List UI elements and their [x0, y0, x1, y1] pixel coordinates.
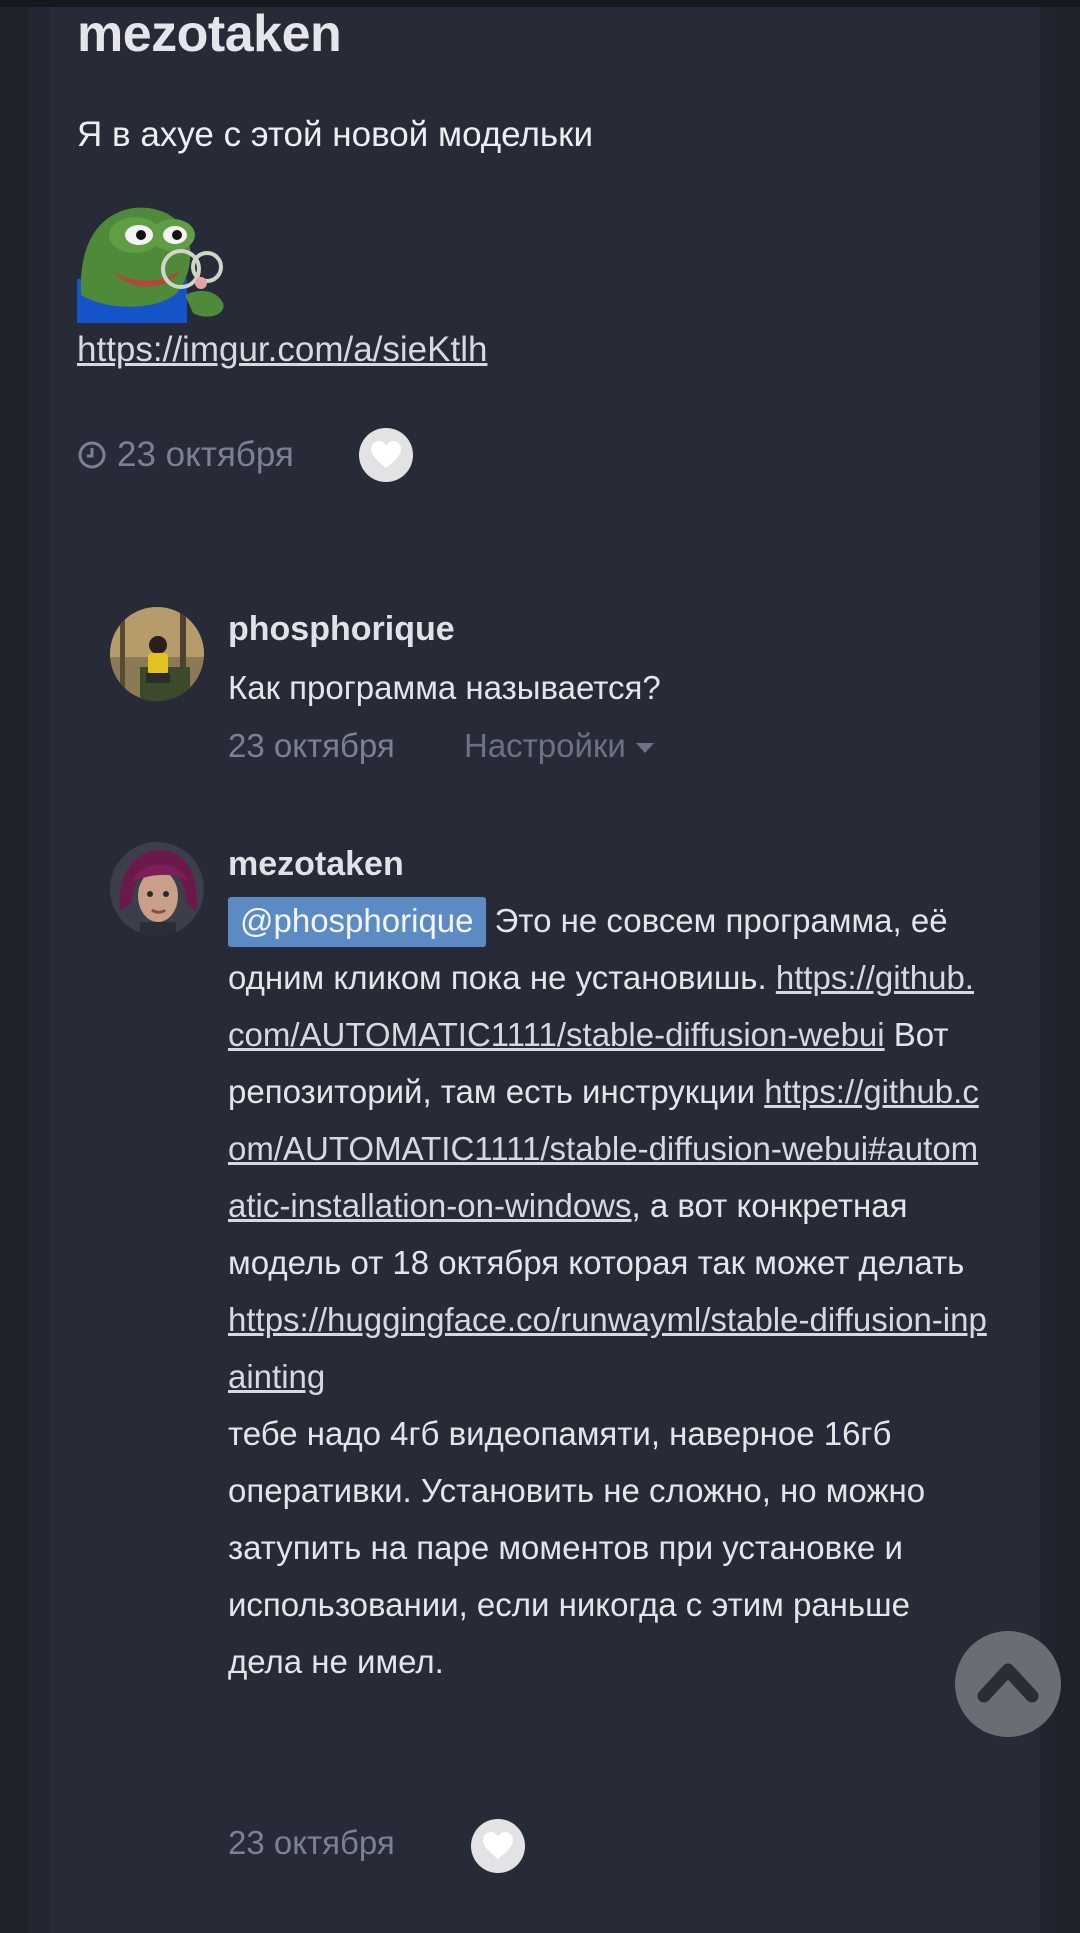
post-date: 23 октября [117, 435, 294, 474]
comment-date: 23 октября [228, 1824, 395, 1861]
heart-icon [483, 1832, 513, 1859]
clock-icon [78, 441, 106, 469]
avatar-phosphorique[interactable] [110, 607, 204, 701]
scroll-to-top-button[interactable] [955, 1631, 1061, 1737]
post-like-button[interactable] [359, 428, 413, 482]
comment-settings-dropdown[interactable]: Настройки [464, 727, 654, 765]
pepe-sticker-image [77, 207, 224, 323]
comment-body: @phosphorique Это не совсем программа, е… [228, 892, 988, 1690]
comment-author[interactable]: phosphorique [228, 610, 455, 649]
comment-author[interactable]: mezotaken [228, 845, 404, 884]
comment-text: Как программа называется? [228, 669, 661, 706]
heart-icon [371, 441, 401, 468]
mention-tag[interactable]: @phosphorique [228, 897, 486, 947]
settings-label: Настройки [464, 727, 626, 764]
post-author[interactable]: mezotaken [77, 4, 342, 64]
comment-text-part: тебе надо 4гб видеопамяти, наверное 16гб… [228, 1415, 926, 1680]
post-text: Я в ахуе с этой новой модельки [77, 115, 594, 154]
chevron-up-icon [977, 1663, 1039, 1703]
huggingface-model-link[interactable]: https://huggingface.co/runwayml/stable-d… [228, 1301, 987, 1395]
comment-date: 23 октября [228, 727, 395, 764]
post-image-link[interactable]: https://imgur.com/a/sieKtlh [77, 330, 487, 370]
comment-like-button[interactable] [471, 1819, 525, 1873]
post-meta: 23 октября [77, 432, 294, 478]
caret-down-icon [635, 743, 654, 753]
avatar-mezotaken[interactable] [110, 842, 204, 936]
